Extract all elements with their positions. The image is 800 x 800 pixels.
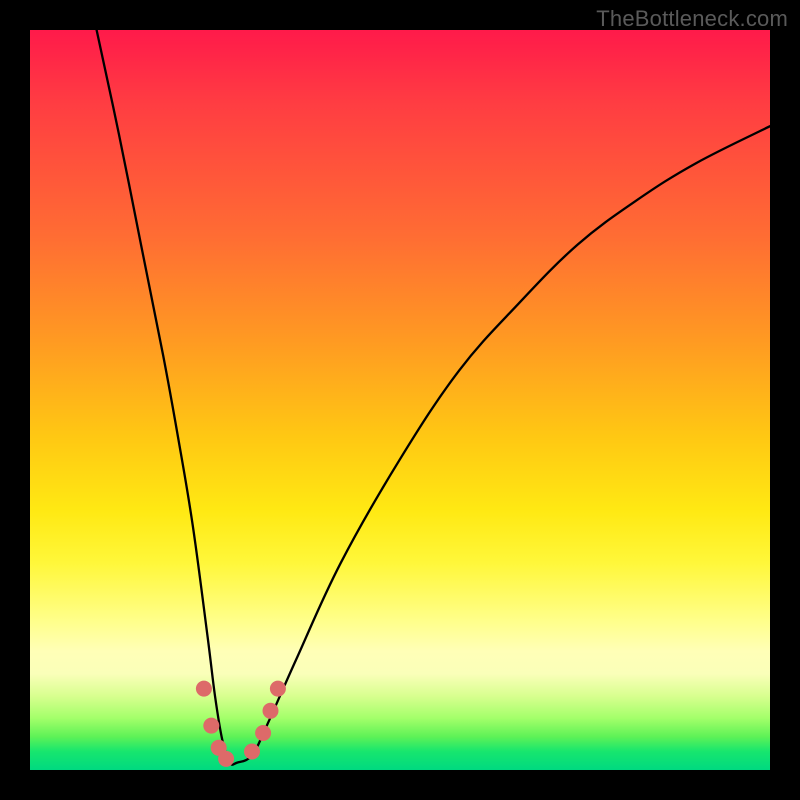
bottleneck-curve bbox=[97, 30, 770, 765]
chart-svg bbox=[30, 30, 770, 770]
curve-marker bbox=[263, 703, 279, 719]
curve-marker bbox=[244, 744, 260, 760]
curve-markers bbox=[196, 681, 286, 767]
curve-marker bbox=[218, 751, 234, 767]
curve-marker bbox=[203, 718, 219, 734]
chart-plot-area bbox=[30, 30, 770, 770]
curve-marker bbox=[270, 681, 286, 697]
watermark-label: TheBottleneck.com bbox=[596, 6, 788, 32]
curve-marker bbox=[255, 725, 271, 741]
chart-frame: TheBottleneck.com bbox=[0, 0, 800, 800]
curve-marker bbox=[196, 681, 212, 697]
